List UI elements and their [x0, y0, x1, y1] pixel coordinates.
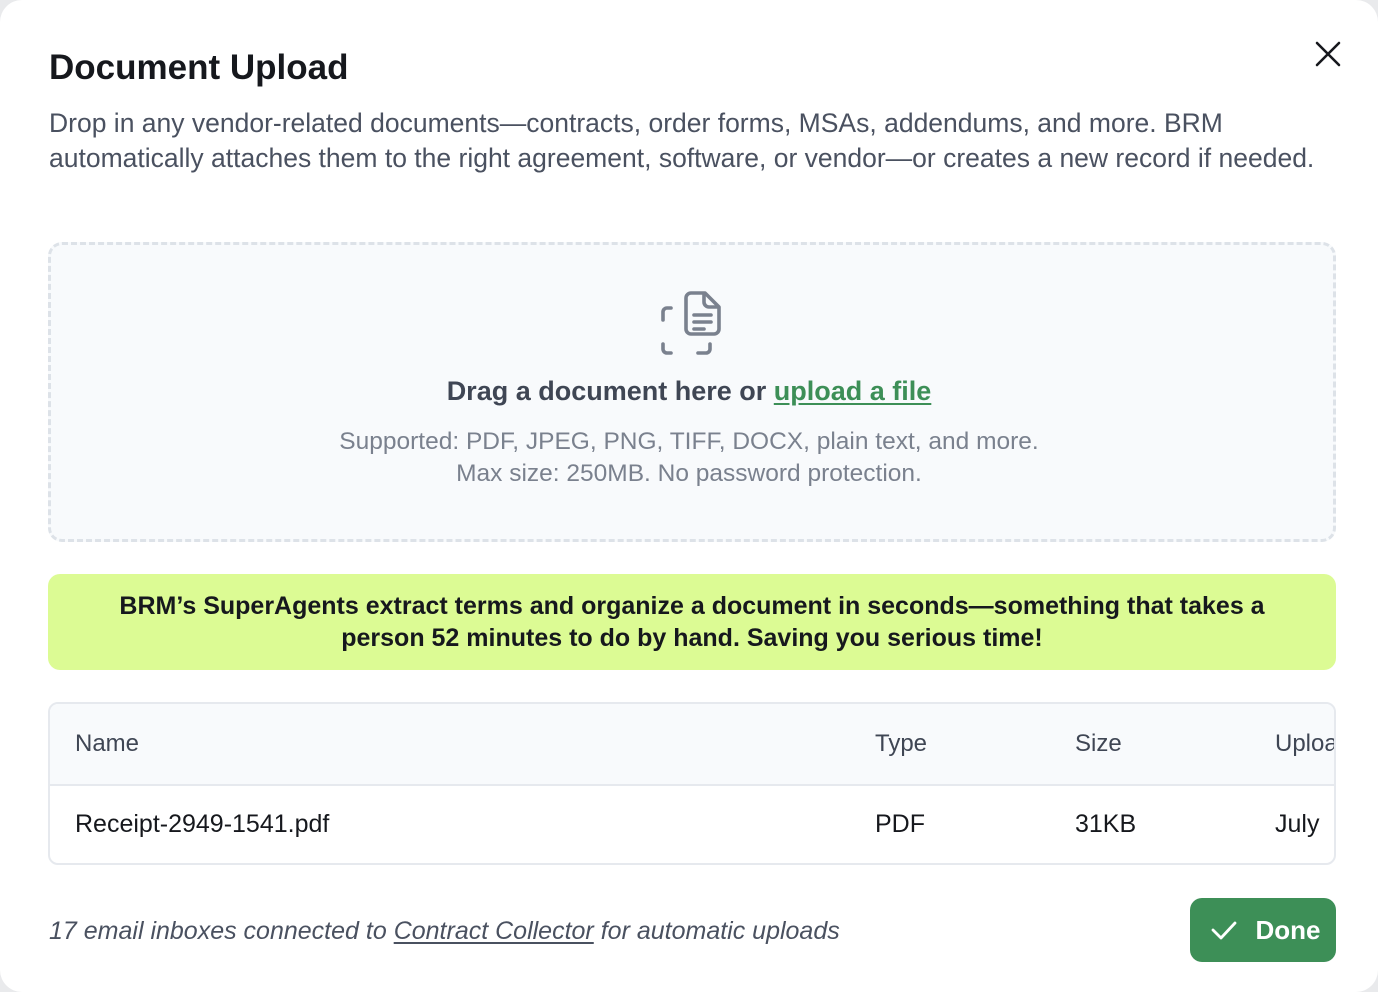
documents-table: Name Type Size Uploa Receipt-2949-1541.p…	[48, 702, 1336, 865]
supported-formats-text: Supported: PDF, JPEG, PNG, TIFF, DOCX, p…	[339, 428, 1039, 455]
dropzone-prompt: Drag a document here or upload a file	[0, 374, 1378, 408]
column-header-name[interactable]: Name	[75, 704, 139, 784]
column-header-size[interactable]: Size	[1075, 704, 1122, 784]
document-upload-modal: Document Upload Drop in any vendor-relat…	[0, 0, 1378, 992]
close-button[interactable]	[1308, 34, 1348, 74]
done-button-label: Done	[1255, 914, 1321, 945]
dropzone-hints: Supported: PDF, JPEG, PNG, TIFF, DOCX, p…	[0, 426, 1378, 490]
column-header-uploaded[interactable]: Uploa	[1275, 704, 1334, 784]
cell-file-size: 31KB	[1075, 810, 1137, 838]
max-size-text: Max size: 250MB. No password protection.	[456, 460, 922, 487]
table-row[interactable]: Receipt-2949-1541.pdf PDF 31KB July	[50, 786, 1334, 863]
document-scan-icon	[661, 291, 721, 355]
modal-description: Drop in any vendor-related documents—con…	[49, 108, 1315, 173]
close-icon	[1315, 41, 1341, 67]
contract-collector-link[interactable]: Contract Collector	[394, 917, 594, 945]
table-header: Name Type Size Uploa	[50, 704, 1334, 786]
inbox-connection-note: 17 email inboxes connected to Contract C…	[49, 914, 840, 948]
done-button[interactable]: Done	[1190, 898, 1336, 962]
check-icon	[1211, 921, 1236, 940]
dropzone-prompt-text: Drag a document here or	[446, 376, 767, 406]
cell-file-name: Receipt-2949-1541.pdf	[75, 810, 330, 838]
cell-upload-date: July	[1275, 810, 1320, 838]
column-header-type[interactable]: Type	[875, 704, 927, 784]
modal-title: Document Upload	[49, 48, 349, 87]
upload-file-link[interactable]: upload a file	[774, 376, 932, 406]
note-suffix: for automatic uploads	[600, 917, 840, 945]
note-prefix: 17 email inboxes connected to	[49, 917, 387, 945]
superagents-banner: BRM’s SuperAgents extract terms and orga…	[48, 574, 1336, 670]
cell-file-type: PDF	[875, 810, 925, 838]
